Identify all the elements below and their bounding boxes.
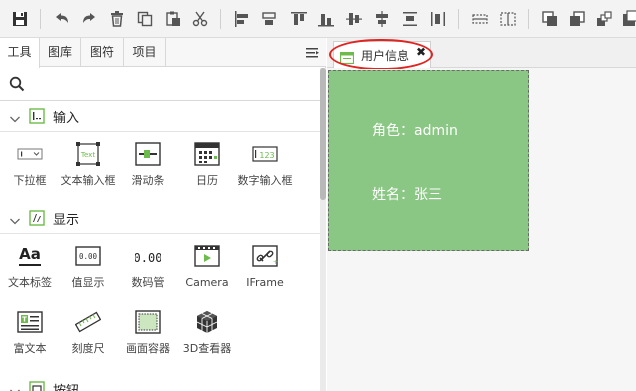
section-input-label: 输入 [53, 111, 80, 126]
send-back-icon[interactable] [540, 9, 560, 29]
container-icon [135, 309, 161, 335]
tab-symbols[interactable]: 图符 [81, 38, 124, 67]
input-section-icon [29, 108, 45, 124]
paste-icon[interactable] [163, 9, 183, 29]
section-button-header[interactable]: 按钮 [0, 375, 320, 391]
search-input[interactable] [30, 72, 310, 96]
undo-icon[interactable] [52, 9, 72, 29]
item-label: 数码管 [131, 276, 165, 289]
item-label: 数字输入框 [237, 174, 293, 187]
search-icon [9, 76, 25, 92]
layer-down-icon[interactable] [594, 9, 614, 29]
display-section-icon [29, 210, 45, 226]
distribute-icon[interactable] [400, 9, 420, 29]
chevron-down-icon [9, 110, 21, 123]
panel-scrollbar[interactable] [320, 68, 326, 391]
svg-text:0.00: 0.00 [135, 251, 161, 265]
save-icon[interactable] [10, 9, 30, 29]
button-section-icon [29, 381, 45, 391]
tab-project[interactable]: 项目 [124, 38, 166, 67]
item-label: 值显示 [71, 276, 105, 289]
svg-text:123: 123 [259, 151, 274, 160]
item-label: 刻度尺 [71, 342, 105, 355]
group-icon[interactable] [428, 9, 448, 29]
highlight-annotation [329, 39, 433, 70]
svg-text:Aa: Aa [19, 245, 41, 263]
align-top-icon[interactable] [289, 9, 309, 29]
copy-icon[interactable] [135, 9, 155, 29]
section-input-header[interactable]: 输入 [0, 102, 320, 132]
svg-text:T: T [22, 316, 27, 324]
bring-front-icon[interactable] [498, 9, 518, 29]
text-label-icon: Aa [17, 243, 43, 269]
item-label: 文本输入框 [60, 174, 116, 187]
svg-text:+: + [273, 259, 278, 266]
calendar-icon [194, 141, 220, 167]
more-layer-icon[interactable] [620, 9, 636, 29]
document-tabs: 用户信息 ✖ [327, 38, 636, 70]
camera-icon [194, 243, 220, 269]
align-middle-icon[interactable] [344, 9, 364, 29]
section-display-header[interactable]: 显示 [0, 204, 320, 234]
number-input-icon: 123 [252, 141, 278, 167]
scroll-thumb[interactable] [320, 68, 326, 200]
name-text: 姓名：张三 [372, 187, 442, 203]
cut-icon[interactable] [190, 9, 210, 29]
editor-area: 用户信息 ✖ 角色：admin 姓名：张三 [327, 38, 636, 391]
digital-tube-icon: 0.00 [134, 243, 163, 269]
align-vertical-center-icon[interactable] [372, 9, 392, 29]
item-label: 滑动条 [131, 174, 165, 187]
design-canvas[interactable]: 角色：admin 姓名：张三 [327, 69, 636, 391]
slider-icon [135, 141, 161, 167]
ungroup-icon[interactable] [470, 9, 490, 29]
search-bar [0, 68, 320, 101]
panel-menu-icon[interactable] [306, 45, 320, 59]
cube-3d-icon [194, 309, 220, 335]
section-display-label: 显示 [53, 213, 80, 228]
redo-icon[interactable] [79, 9, 99, 29]
tool-panel: 工具 图库 图符 项目 输入 下拉框 Text 文本输入框 滑动条 日历 123… [0, 38, 326, 391]
svg-text:Text: Text [80, 151, 95, 159]
item-label: 3D查看器 [182, 342, 232, 355]
user-info-card[interactable]: 角色：admin 姓名：张三 [328, 70, 529, 251]
main-toolbar [0, 0, 636, 38]
section-button-label: 按钮 [53, 380, 79, 391]
layer-up-icon[interactable] [567, 9, 587, 29]
role-text: 角色：admin [372, 123, 458, 139]
ruler-icon [74, 309, 102, 335]
svg-text:0.00: 0.00 [79, 252, 98, 261]
align-bottom-icon[interactable] [316, 9, 336, 29]
chevron-down-icon [9, 212, 21, 225]
align-left-icon[interactable] [232, 9, 252, 29]
tab-tools[interactable]: 工具 [0, 38, 40, 68]
dropdown-icon [17, 141, 43, 167]
item-label: IFrame [246, 276, 284, 289]
text-input-icon: Text [75, 141, 101, 167]
align-center-icon[interactable] [259, 9, 279, 29]
rich-text-icon: T [17, 309, 43, 335]
iframe-link-icon: + [252, 243, 278, 269]
panel-tabs: 工具 图库 图符 项目 [0, 38, 326, 68]
delete-icon[interactable] [107, 9, 127, 29]
value-display-icon: 0.00 [75, 243, 101, 269]
item-label: 画面容器 [126, 342, 170, 355]
tab-gallery[interactable]: 图库 [40, 38, 81, 67]
chevron-down-icon [9, 383, 21, 391]
